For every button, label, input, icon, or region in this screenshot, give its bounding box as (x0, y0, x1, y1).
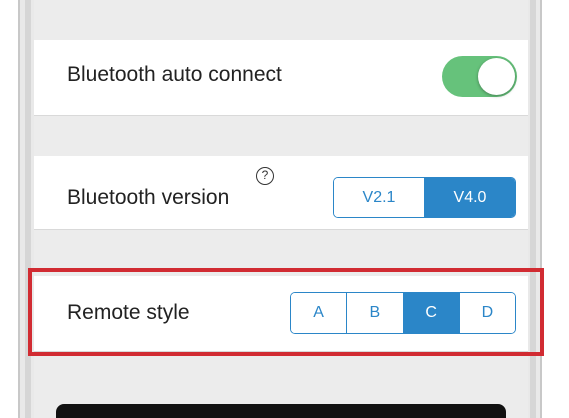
help-icon[interactable]: ? (256, 167, 274, 185)
remote-style-option-d[interactable]: D (458, 293, 515, 333)
remote-style-label: Remote style (67, 301, 190, 324)
toggle-knob (478, 58, 515, 95)
remote-style-option-c[interactable]: C (402, 293, 459, 333)
device-edge-right (530, 0, 536, 418)
bluetooth-auto-connect-label: Bluetooth auto connect (67, 63, 282, 86)
bluetooth-version-option-v2-1[interactable]: V2.1 (334, 178, 424, 217)
bluetooth-version-segmented-control: V2.1 V4.0 (333, 177, 516, 218)
remote-style-option-a[interactable]: A (291, 293, 347, 333)
bluetooth-version-option-v4-0[interactable]: V4.0 (424, 178, 515, 217)
remote-style-row: Remote style A B C D (34, 276, 528, 352)
bluetooth-version-row: Bluetooth version ? V2.1 V4.0 (34, 156, 528, 230)
bluetooth-version-label: Bluetooth version (67, 186, 230, 209)
row-divider (34, 229, 528, 230)
remote-style-segmented-control: A B C D (290, 292, 516, 334)
row-divider (34, 115, 528, 116)
row-divider (34, 351, 528, 352)
settings-screen: Bluetooth auto connect Bluetooth version… (34, 0, 528, 418)
bluetooth-auto-connect-row: Bluetooth auto connect (34, 40, 528, 116)
bottom-panel (56, 404, 506, 418)
bluetooth-auto-connect-toggle[interactable] (442, 56, 517, 97)
remote-style-option-b[interactable]: B (346, 293, 403, 333)
device-edge-left (25, 0, 31, 418)
